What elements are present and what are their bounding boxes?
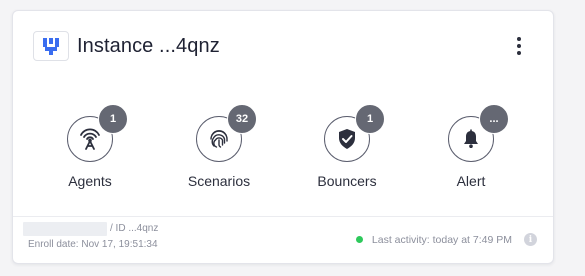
instance-title: Instance ...4qnz: [77, 34, 220, 57]
activity-status: Last activity: today at 7:49 PM i: [355, 233, 537, 246]
id-row: / ID ...4qnz: [23, 222, 158, 236]
stat-bouncers[interactable]: 1 Bouncers: [292, 104, 402, 189]
agents-count-badge: 1: [98, 104, 128, 134]
stats-row: 1 Agents 32 Scenarios 1 Bouncers ... Ale…: [13, 104, 553, 206]
card-header: Instance ...4qnz: [33, 30, 533, 62]
stat-bouncers-icon-wrap: 1: [324, 104, 385, 162]
redacted-name-block: [23, 222, 107, 236]
last-activity-text: Last activity: today at 7:49 PM: [371, 233, 512, 246]
stat-scenarios[interactable]: 32 Scenarios: [164, 104, 274, 189]
stat-alert-label: Alert: [456, 173, 486, 189]
stat-scenarios-label: Scenarios: [187, 173, 251, 189]
status-dot-icon: [355, 236, 363, 243]
instance-card: Instance ...4qnz 1 Agents 32 Scenarios 1…: [12, 10, 554, 264]
footer-divider: [13, 216, 553, 217]
bouncers-count-badge: 1: [355, 104, 385, 134]
stat-agents[interactable]: 1 Agents: [35, 104, 145, 189]
stat-scenarios-icon-wrap: 32: [196, 104, 257, 162]
instance-id: / ID ...4qnz: [110, 223, 159, 234]
footer-meta: / ID ...4qnz Enroll date: Nov 17, 19:51:…: [23, 222, 158, 252]
stat-bouncers-label: Bouncers: [317, 173, 377, 189]
crowdsec-logo-icon: [33, 31, 69, 61]
stat-alert[interactable]: ... Alert: [416, 104, 526, 189]
stat-agents-label: Agents: [68, 173, 112, 189]
stat-agents-icon-wrap: 1: [67, 104, 128, 162]
scenarios-count-badge: 32: [227, 104, 257, 134]
info-icon[interactable]: i: [524, 233, 537, 246]
stat-alert-icon-wrap: ...: [448, 104, 509, 162]
enroll-date: Enroll date: Nov 17, 19:51:34: [28, 239, 158, 250]
kebab-menu-icon[interactable]: [511, 34, 527, 58]
alert-count-badge: ...: [479, 104, 509, 134]
